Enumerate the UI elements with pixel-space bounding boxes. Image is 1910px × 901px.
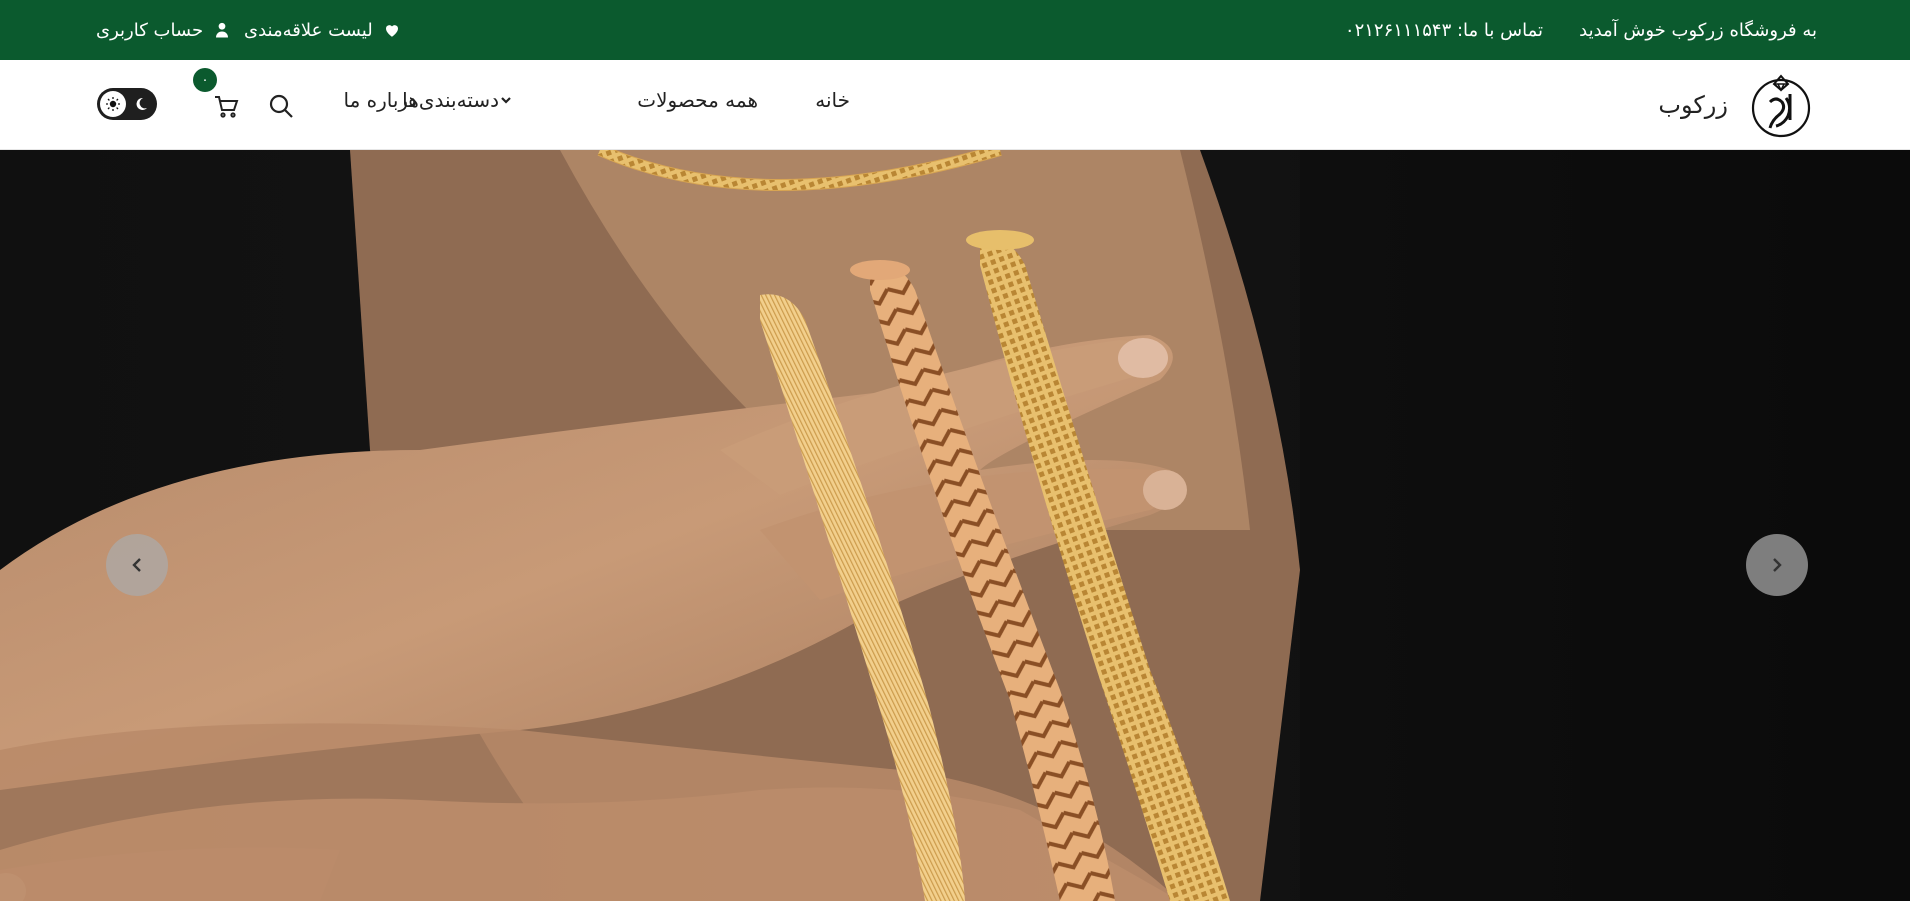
nav-categories[interactable]: دسته‌بندی‌ها: [402, 60, 523, 140]
chevron-down-icon: [499, 93, 513, 107]
wishlist-label: لیست علاقه‌مندی: [244, 19, 373, 41]
nav-about-label: درباره ما: [343, 88, 417, 112]
search-button[interactable]: [268, 93, 296, 121]
cart-count-badge: ۰: [193, 68, 217, 92]
nav-all-products-label: همه محصولات: [637, 88, 758, 112]
user-icon: [213, 21, 231, 39]
moon-icon: [133, 96, 149, 112]
chevron-left-icon: [132, 558, 141, 572]
slider-prev-button[interactable]: [106, 534, 168, 596]
hero-image: [0, 150, 1910, 901]
brand-logo-icon: [1751, 74, 1811, 138]
nav-all-products[interactable]: همه محصولات: [637, 60, 758, 140]
heart-icon: [383, 21, 401, 39]
account-link[interactable]: حساب کاربری: [96, 0, 231, 60]
welcome-text: به فروشگاه زرکوب خوش آمدید: [1579, 0, 1817, 60]
chevron-right-icon: [1773, 558, 1782, 572]
contact-text: تماس با ما: ۰۲۱۲۶۱۱۱۵۴۳: [1345, 0, 1543, 60]
search-icon: [269, 94, 293, 118]
theme-toggle[interactable]: [97, 88, 157, 120]
sun-icon: [100, 91, 126, 117]
brand[interactable]: زرکوب: [1658, 70, 1812, 140]
cart-button[interactable]: [213, 93, 241, 121]
hero-slider: [0, 150, 1910, 901]
contact-label: تماس با ما: ۰۲۱۲۶۱۱۱۵۴۳: [1344, 19, 1543, 41]
cart-icon: [215, 96, 239, 118]
nav-home[interactable]: خانه: [815, 60, 850, 140]
account-label: حساب کاربری: [96, 19, 204, 41]
top-bar: به فروشگاه زرکوب خوش آمدید تماس با ما: ۰…: [0, 0, 1910, 60]
nav-about[interactable]: درباره ما: [343, 60, 417, 140]
slider-next-button[interactable]: [1746, 534, 1808, 596]
brand-name: زرکوب: [1658, 91, 1728, 119]
welcome-label: به فروشگاه زرکوب خوش آمدید: [1579, 19, 1817, 41]
nav-home-label: خانه: [815, 88, 850, 112]
wishlist-link[interactable]: لیست علاقه‌مندی: [244, 0, 401, 60]
